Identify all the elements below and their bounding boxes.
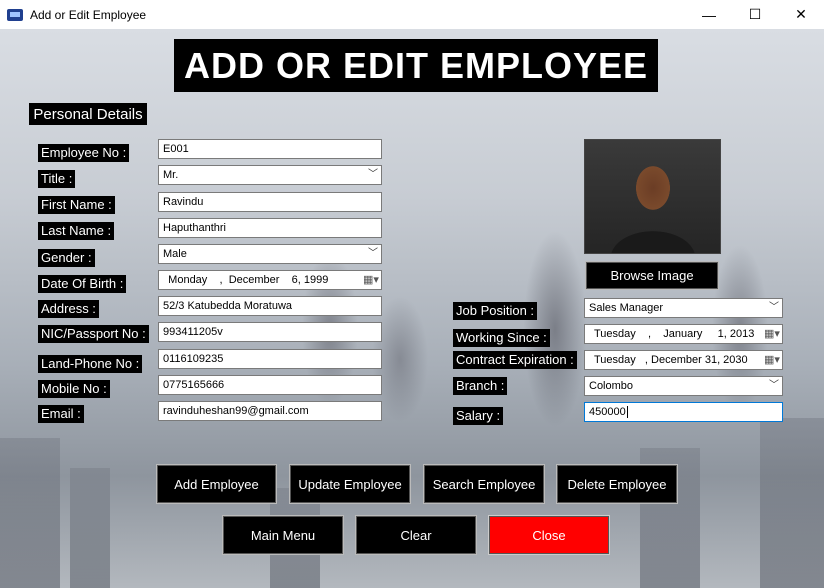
title-select-value: Mr. — [163, 169, 179, 181]
close-window-button[interactable]: ✕ — [778, 0, 824, 29]
employee-photo — [584, 139, 721, 254]
employee-no-input[interactable]: E001 — [158, 139, 382, 159]
chevron-down-icon: ﹀ — [368, 248, 378, 259]
app-icon — [7, 8, 23, 21]
job-position-select[interactable]: Sales Manager ﹀ — [584, 298, 783, 318]
employee-no-label: Employee No : — [38, 144, 130, 162]
working-since-label: Working Since : — [453, 329, 550, 347]
branch-select[interactable]: Colombo ﹀ — [584, 376, 783, 396]
email-label: Email : — [38, 405, 84, 423]
app-window: Add or Edit Employee — ☐ ✕ ADD OR EDIT E… — [0, 0, 824, 588]
gender-select-value: Male — [163, 248, 187, 260]
main-menu-button[interactable]: Main Menu — [222, 515, 344, 555]
title-select[interactable]: Mr. ﹀ — [158, 165, 382, 185]
salary-label: Salary : — [453, 407, 504, 425]
nic-label: NIC/Passport No : — [38, 325, 149, 343]
working-since-value: Tuesday , January 1, 2013 — [585, 328, 755, 340]
gender-label: Gender : — [38, 249, 95, 267]
close-button[interactable]: Close — [488, 515, 610, 555]
last-name-input[interactable]: Haputhanthri — [158, 218, 382, 238]
branch-value: Colombo — [589, 380, 634, 392]
contract-expiration-label: Contract Expiration : — [453, 351, 577, 369]
last-name-label: Last Name : — [38, 222, 115, 240]
mobile-label: Mobile No : — [38, 380, 110, 398]
branch-label: Branch : — [453, 377, 508, 395]
section-title: Personal Details — [29, 103, 147, 125]
calendar-icon[interactable]: ▦▾ — [762, 351, 782, 369]
dob-value: Monday , December 6, 1999 — [159, 274, 329, 286]
chevron-down-icon: ﹀ — [769, 380, 779, 391]
chevron-down-icon: ﹀ — [368, 169, 378, 180]
title-bar: Add or Edit Employee — ☐ ✕ — [0, 0, 824, 29]
browse-image-button[interactable]: Browse Image — [585, 261, 719, 290]
dob-label: Date Of Birth : — [38, 275, 127, 293]
dob-datepicker[interactable]: Monday , December 6, 1999 ▦▾ — [158, 270, 382, 290]
form-client-area: ADD OR EDIT EMPLOYEE Personal Details Em… — [0, 29, 824, 588]
calendar-icon[interactable]: ▦▾ — [361, 271, 381, 289]
job-position-label: Job Position : — [453, 302, 538, 320]
clear-button[interactable]: Clear — [355, 515, 477, 555]
search-employee-button[interactable]: Search Employee — [423, 464, 545, 504]
gender-select[interactable]: Male ﹀ — [158, 244, 382, 264]
minimize-button[interactable]: — — [686, 0, 732, 29]
mobile-input[interactable]: 0775165666 — [158, 375, 382, 395]
calendar-icon[interactable]: ▦▾ — [762, 325, 782, 343]
working-since-datepicker[interactable]: Tuesday , January 1, 2013 ▦▾ — [584, 324, 783, 344]
contract-expiration-datepicker[interactable]: Tuesday , December 31, 2030 ▦▾ — [584, 350, 783, 370]
address-label: Address : — [38, 300, 99, 318]
delete-employee-button[interactable]: Delete Employee — [556, 464, 678, 504]
maximize-button[interactable]: ☐ — [732, 0, 778, 29]
chevron-down-icon: ﹀ — [769, 302, 779, 313]
land-phone-input[interactable]: 0116109235 — [158, 349, 382, 369]
nic-input[interactable]: 993411205v — [158, 322, 382, 342]
salary-input[interactable]: 450000 — [584, 402, 783, 422]
title-label: Title : — [38, 170, 76, 188]
email-input[interactable]: ravinduheshan99@gmail.com — [158, 401, 382, 421]
add-employee-button[interactable]: Add Employee — [156, 464, 277, 504]
page-title: ADD OR EDIT EMPLOYEE — [174, 39, 658, 92]
background-building — [760, 418, 824, 588]
contract-expiration-value: Tuesday , December 31, 2030 — [585, 354, 748, 366]
window-title: Add or Edit Employee — [30, 7, 147, 22]
text-caret — [626, 406, 628, 419]
background-building — [70, 468, 110, 588]
background-building — [0, 438, 60, 588]
address-input[interactable]: 52/3 Katubedda Moratuwa — [158, 296, 382, 316]
land-phone-label: Land-Phone No : — [38, 355, 143, 373]
first-name-label: First Name : — [38, 196, 115, 214]
salary-value: 450000 — [589, 406, 626, 418]
update-employee-button[interactable]: Update Employee — [289, 464, 411, 504]
first-name-input[interactable]: Ravindu — [158, 192, 382, 212]
job-position-value: Sales Manager — [589, 302, 663, 314]
